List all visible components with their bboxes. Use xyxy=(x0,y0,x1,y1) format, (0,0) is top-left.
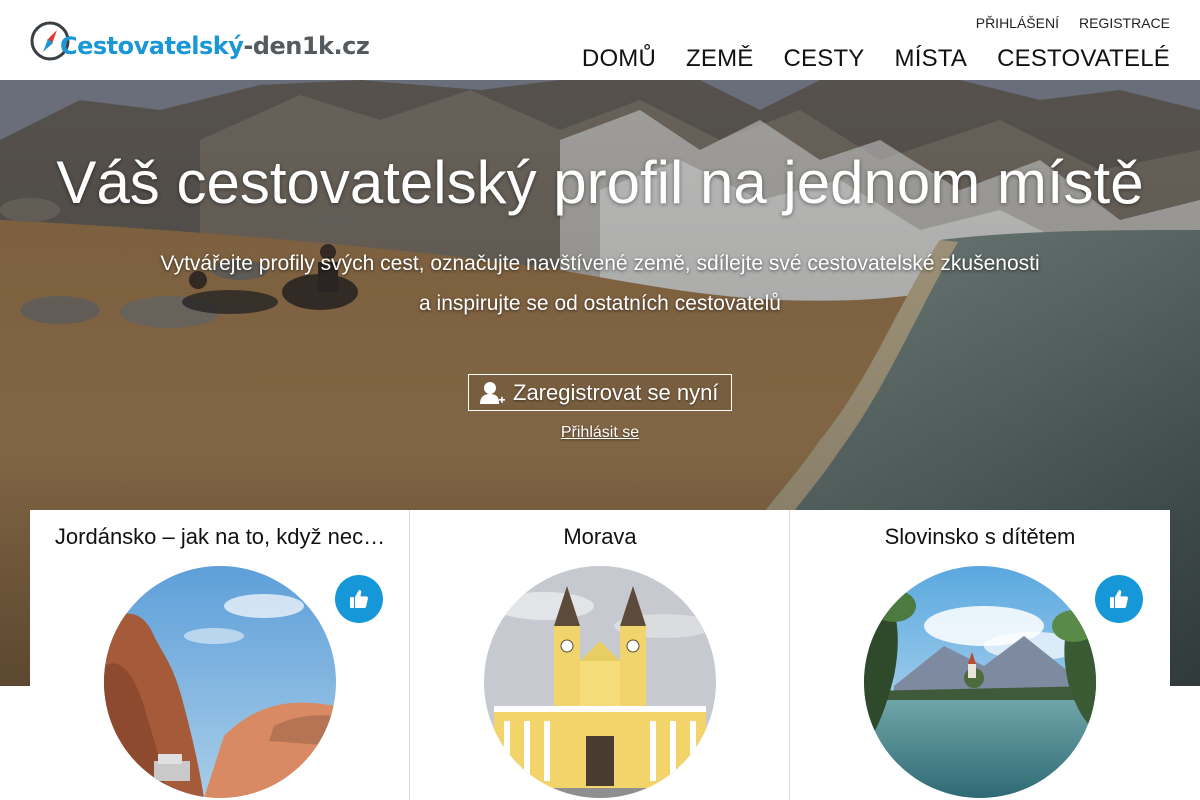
trip-card[interactable]: Morava xyxy=(410,510,790,800)
nav-item-home[interactable]: DOMŮ xyxy=(582,45,656,73)
register-now-label: Zaregistrovat se nyní xyxy=(513,379,719,405)
add-user-icon xyxy=(480,381,505,404)
trip-card-image[interactable] xyxy=(864,566,1096,798)
register-now-button[interactable]: Zaregistrovat se nyní xyxy=(468,374,732,411)
nav-item-countries[interactable]: ZEMĚ xyxy=(686,45,753,73)
logo-text: Cestovatelský-den1k.cz xyxy=(60,32,370,60)
logo-text-domain: -den1k.cz xyxy=(243,32,370,60)
trip-card-title[interactable]: Morava xyxy=(430,524,770,550)
trip-card-image[interactable] xyxy=(104,566,336,798)
account-links: PŘIHLÁŠENÍ REGISTRACE xyxy=(976,15,1170,31)
trip-card-title[interactable]: Slovinsko s dítětem xyxy=(810,524,1150,550)
nav-item-travelers[interactable]: CESTOVATELÉ xyxy=(997,45,1170,73)
main-nav: DOMŮ ZEMĚ CESTY MÍSTA CESTOVATELÉ xyxy=(582,45,1170,73)
like-button[interactable] xyxy=(335,575,383,623)
hero-title: Váš cestovatelský profil na jednom místě xyxy=(56,149,1144,216)
featured-trips: Jordánsko – jak na to, když nec… Morava … xyxy=(30,510,1170,800)
thumbs-up-icon xyxy=(350,590,368,608)
trip-card-image[interactable] xyxy=(484,566,716,798)
logo-text-primary: Cestovatelský xyxy=(60,32,244,60)
slovenia-lake-photo xyxy=(864,566,1096,798)
nav-item-trips[interactable]: CESTY xyxy=(784,45,865,73)
moravia-basilica-photo xyxy=(484,566,716,798)
trip-card[interactable]: Jordánsko – jak na to, když nec… xyxy=(30,510,410,800)
hero-login: Přihlásit se xyxy=(0,424,1200,442)
hero-login-link[interactable]: Přihlásit se xyxy=(561,424,639,441)
trip-card[interactable]: Slovinsko s dítětem xyxy=(790,510,1170,800)
like-button[interactable] xyxy=(1095,575,1143,623)
login-link[interactable]: PŘIHLÁŠENÍ xyxy=(976,15,1059,31)
hero-subtitle-line-2: a inspirujte se od ostatních cestovatelů xyxy=(419,292,781,315)
site-header: Cestovatelský-den1k.cz PŘIHLÁŠENÍ REGIST… xyxy=(0,0,1200,80)
register-link[interactable]: REGISTRACE xyxy=(1079,15,1170,31)
hero-subtitle-line-1: Vytvářejte profily svých cest, označujte… xyxy=(160,252,1040,275)
thumbs-up-icon xyxy=(1110,590,1128,608)
site-logo[interactable]: Cestovatelský-den1k.cz xyxy=(30,19,370,65)
jordan-desert-photo xyxy=(104,566,336,798)
trip-card-title[interactable]: Jordánsko – jak na to, když nec… xyxy=(50,524,390,550)
nav-item-places[interactable]: MÍSTA xyxy=(895,45,968,73)
